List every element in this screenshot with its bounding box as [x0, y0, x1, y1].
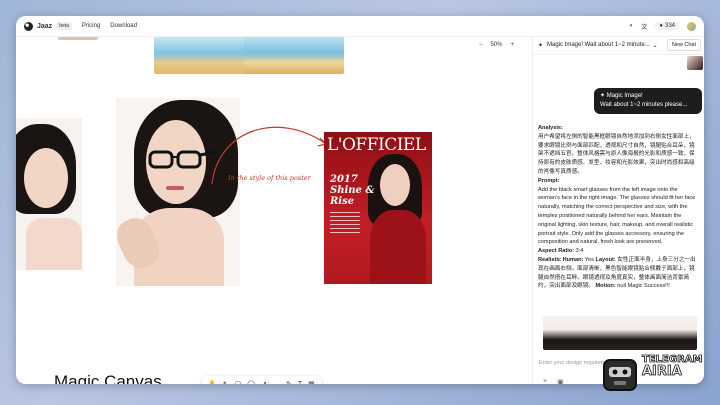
robot-mascot-icon — [603, 359, 637, 391]
prompt-text: Add the black smart glasses from the lef… — [538, 186, 696, 246]
magic-canvas[interactable]: − 50% + In the style of this poster L'OF… — [16, 36, 532, 384]
generated-image-preview[interactable] — [543, 316, 697, 350]
theme-toggle-icon[interactable]: ◐ — [630, 23, 634, 29]
canvas-image-beach-1[interactable] — [154, 36, 250, 74]
zoom-level: 50% — [490, 42, 503, 48]
poster-headline: 2017 Shine & Rise — [330, 174, 374, 207]
magic-canvas-caption: Magic Canvas — [54, 372, 162, 384]
ellipse-tool-icon[interactable]: ◯ — [247, 380, 255, 384]
assistant-message: Analysis: 用户希望将左侧的智能黑框眼镜自然地添加到右侧女性面部上，要求… — [538, 124, 697, 291]
bubble-line-2: Wait about 1~2 minutes please... — [600, 102, 688, 108]
analysis-label: Analysis: — [538, 125, 563, 131]
add-attachment-icon[interactable]: + — [543, 378, 547, 384]
aspect-value: 3:4 — [575, 248, 584, 255]
user-avatar[interactable] — [687, 21, 696, 31]
image-mode-icon[interactable]: ▣ — [557, 378, 564, 384]
chat-input-actions: + ▣ — [543, 378, 564, 384]
realistic-label: Realistic Human: — [538, 256, 584, 263]
canvas-toolbar: ✋ ↖ ▢ ◯ ↗ — ✎ T ▦ — [202, 376, 321, 384]
poster-year: 2017 — [330, 174, 358, 185]
bubble-line-1: ✦ Magic Image! — [600, 93, 643, 99]
credits-display[interactable]: ● 334 — [655, 22, 679, 30]
select-tool-icon[interactable]: ↖ — [223, 380, 229, 384]
hand-tool-icon[interactable]: ✋ — [208, 380, 217, 384]
watermark-line-2: AIRIA — [642, 364, 683, 379]
motion-label: Motion: — [595, 283, 616, 290]
arrow-tool-icon[interactable]: ↗ — [261, 380, 267, 384]
beta-badge: beta — [56, 22, 72, 30]
zoom-in-button[interactable]: + — [510, 42, 514, 48]
image-tool-icon[interactable]: ▦ — [308, 380, 315, 384]
annotation-text[interactable]: In the style of this poster — [228, 174, 311, 182]
brand-name[interactable]: Jaaz — [37, 23, 52, 30]
success-text: Magic Success!!! — [627, 283, 670, 290]
pen-tool-icon[interactable]: ✎ — [286, 380, 292, 384]
chevron-down-icon[interactable]: ⌄ — [653, 42, 658, 49]
poster-line2: Rise — [330, 196, 355, 207]
nav-download[interactable]: Download — [110, 23, 137, 29]
credit-icon: ● — [659, 23, 663, 29]
jaaz-logo-icon[interactable] — [24, 21, 33, 31]
language-icon[interactable]: 文 — [641, 22, 647, 31]
zoom-controls: − 50% + — [479, 42, 514, 48]
top-bar: Jaaz beta Pricing Download ◐ 文 ● 334 — [16, 16, 704, 37]
canvas-image-magazine-poster[interactable]: L'OFFICIEL 2017 Shine & Rise — [324, 132, 432, 284]
chat-sparkle-icon: ✦ — [538, 42, 544, 49]
poster-line1: Shine & — [330, 185, 375, 196]
chat-header: ✦ Magic Image! Wait about 1~2 minute... … — [533, 36, 704, 55]
canvas-image-beach-2[interactable] — [244, 36, 344, 74]
prompt-label: Prompt: — [538, 177, 560, 184]
poster-fine-print — [330, 212, 360, 236]
new-chat-button[interactable]: New Chat — [666, 39, 701, 51]
app-window: Jaaz beta Pricing Download ◐ 文 ● 334 − 5… — [16, 16, 704, 384]
line-tool-icon[interactable]: — — [273, 381, 280, 385]
credits-count: 334 — [664, 23, 675, 29]
chat-session-title[interactable]: Magic Image! Wait about 1~2 minute... — [547, 42, 650, 48]
top-right-controls: ◐ 文 ● 334 — [630, 16, 696, 36]
attached-image-thumbnail[interactable] — [687, 56, 703, 70]
chat-panel: ✦ Magic Image! Wait about 1~2 minute... … — [532, 36, 704, 384]
analysis-text: 用户希望将左侧的智能黑框眼镜自然地添加到右侧女性面部上，要求眼镜比例与面部匹配，… — [538, 133, 695, 175]
realistic-value: Yes — [584, 256, 594, 263]
motion-value: null — [617, 283, 626, 290]
text-tool-icon[interactable]: T — [298, 381, 302, 385]
zoom-out-button[interactable]: − — [479, 42, 483, 48]
poster-title: L'OFFICIEL — [327, 135, 426, 155]
user-message-bubble: ✦ Magic Image! Wait about 1~2 minutes pl… — [594, 88, 702, 114]
aspect-label: Aspect Ratio: — [538, 248, 575, 255]
nav-pricing[interactable]: Pricing — [82, 23, 100, 29]
rectangle-tool-icon[interactable]: ▢ — [235, 380, 242, 384]
watermark-badge: TELEGRAM AIRIA — [600, 350, 710, 400]
watermark-text: TELEGRAM AIRIA — [642, 354, 703, 379]
layout-label: Layout: — [595, 256, 616, 263]
canvas-image-partial-portrait[interactable] — [16, 118, 82, 270]
